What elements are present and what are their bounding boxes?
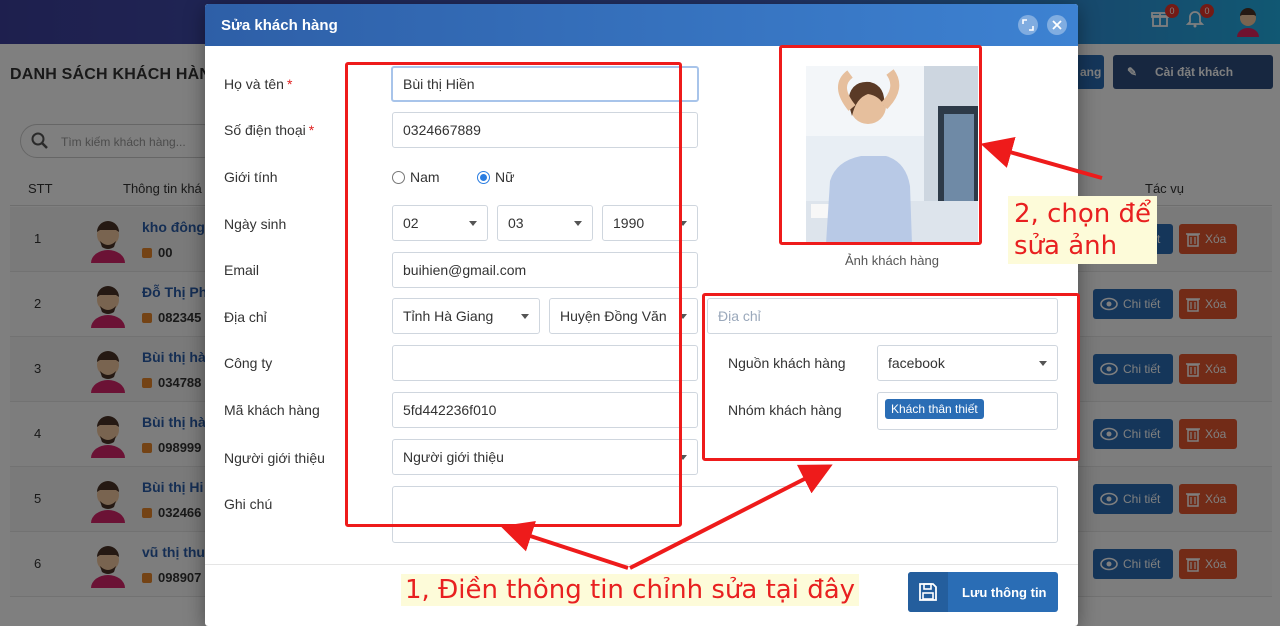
- step-2-line-1: 2, chọn để: [1014, 199, 1151, 229]
- arrow-to-source-group: [629, 464, 833, 570]
- arrow-to-photo: [980, 137, 1103, 180]
- step-2-annotation: 2, chọn để sửa ảnh: [1008, 196, 1157, 264]
- step-2-line-2: sửa ảnh: [1014, 231, 1118, 261]
- annotation-arrows: [500, 137, 1103, 570]
- step-1-annotation: 1, Điền thông tin chỉnh sửa tại đây: [401, 574, 860, 606]
- arrow-to-form: [500, 521, 629, 570]
